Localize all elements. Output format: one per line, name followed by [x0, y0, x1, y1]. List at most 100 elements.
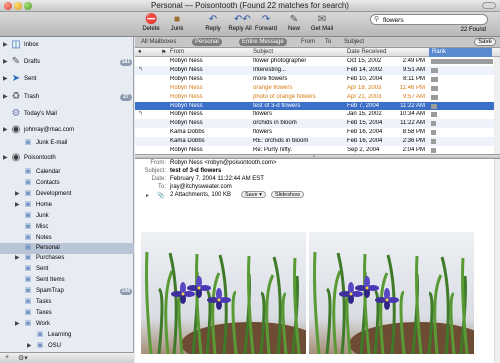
- rank-bar: [431, 76, 438, 82]
- rank-bar: [431, 94, 438, 100]
- message-row[interactable]: Robyn Ness flower photographer Oct 15, 200…: [135, 57, 500, 66]
- slideshow-button[interactable]: Slideshow: [271, 191, 305, 198]
- folder-icon: ▣: [24, 287, 32, 294]
- sidebar-item-purchases[interactable]: ▶ ▣ Purchases: [0, 253, 134, 264]
- sidebar-item-today-s-mail[interactable]: ⚙ Today's Mail: [0, 109, 134, 120]
- save-search-button[interactable]: Save: [474, 38, 496, 46]
- forward-button[interactable]: ↷ Forward: [251, 14, 281, 32]
- message-row[interactable]: Robyn Ness orchids in bloom Feb 15, 2004 11…: [135, 119, 500, 129]
- sidebar-item-sent[interactable]: ▣ Sent: [0, 264, 134, 275]
- sidebar-item-label: Calendar: [36, 169, 61, 175]
- sidebar-item-inbox[interactable]: ▶ ◫ Inbox: [0, 40, 134, 51]
- rank-bar: [431, 112, 437, 118]
- disclosure-triangle-icon[interactable]: ▶: [27, 342, 32, 349]
- message-time: 9:57 AM: [402, 93, 425, 100]
- disclosure-triangle-icon[interactable]: ▶: [3, 126, 8, 133]
- reply-button[interactable]: ↶ Reply: [198, 14, 228, 32]
- disclosure-triangle-icon[interactable]: ▶: [3, 154, 8, 161]
- sidebar-item-osu[interactable]: ▶ ▣ OSU: [0, 341, 134, 352]
- message-from: Robyn Ness: [170, 93, 203, 100]
- to-value[interactable]: jray@itchysweater.com: [170, 184, 232, 190]
- search-input[interactable]: [383, 16, 478, 24]
- disclosure-triangle-icon[interactable]: ▶: [3, 75, 8, 82]
- disclosure-triangle-icon[interactable]: ▶: [15, 320, 20, 327]
- sidebar-item-development[interactable]: ▶ ▣ Development: [0, 189, 134, 200]
- sidebar-item-misc[interactable]: ▣ Misc: [0, 222, 134, 233]
- action-menu-button[interactable]: ⚙▾: [18, 354, 28, 362]
- get-mail-button[interactable]: ✉ Get Mail: [307, 14, 337, 32]
- message-subject: flower photographer: [253, 58, 307, 64]
- message-row[interactable]: Robyn Ness test of 3-d flowers Feb 7, 2004…: [135, 101, 500, 111]
- sidebar-item-home[interactable]: ▶ ▣ Home: [0, 200, 134, 211]
- sidebar-item-taxes[interactable]: ▣ Taxes: [0, 308, 134, 319]
- message-time: 11:22 AM: [400, 102, 425, 109]
- column-subject[interactable]: Subject: [253, 49, 273, 55]
- sidebar-item-poisontooth[interactable]: ▶ ◉ Poisontooth: [0, 153, 134, 164]
- sidebar-item-sent-items[interactable]: ▣ Sent Items: [0, 275, 134, 286]
- disclosure-triangle-icon[interactable]: ▶: [15, 201, 20, 208]
- save-attachments-button[interactable]: Save ▾: [241, 191, 266, 198]
- message-time: 2:36 PM: [402, 138, 425, 145]
- sidebar-item-spamtrap[interactable]: ▣ SpamTrap 198: [0, 286, 134, 297]
- junk-button[interactable]: ■ Junk: [162, 14, 192, 32]
- column-rank[interactable]: Rank: [429, 48, 492, 57]
- sidebar-item-label: Sent: [24, 76, 37, 82]
- sidebar-item-junk[interactable]: ▣ Junk: [0, 211, 134, 222]
- toolbar-toggle-button[interactable]: [482, 2, 496, 9]
- message-row[interactable]: Kama Dobbs flowers Feb 16, 2004 8:58 PM: [135, 128, 500, 137]
- sidebar-item-tasks[interactable]: ▣ Tasks: [0, 297, 134, 308]
- search-field[interactable]: ⚲: [370, 14, 488, 25]
- from-value[interactable]: Robyn Ness <robyn@poisontooth.com>: [170, 160, 276, 166]
- sidebar-item-trash[interactable]: ▶ ♻ Trash 27: [0, 92, 134, 103]
- message-list-scrollbar[interactable]: [494, 57, 500, 154]
- paperclip-icon: 📎: [157, 193, 165, 199]
- attachments-disclosure-icon[interactable]: ▸: [146, 192, 149, 199]
- preview-scrollbar[interactable]: [494, 159, 500, 363]
- column-date-received[interactable]: Date Received: [347, 49, 386, 55]
- disclosure-triangle-icon[interactable]: ▶: [3, 58, 8, 65]
- message-time: 9:51 AM: [402, 66, 425, 73]
- sidebar-item-sent[interactable]: ▶ ➤ Sent: [0, 74, 134, 85]
- disclosure-triangle-icon[interactable]: ▶: [15, 254, 20, 261]
- attachment-photo-left[interactable]: [141, 232, 306, 354]
- sidebar-item-work[interactable]: ▶ ▣ Work: [0, 319, 134, 330]
- smart-mailbox-icon: ⚙: [11, 108, 21, 119]
- add-mailbox-button[interactable]: +: [5, 354, 9, 361]
- scope-subject[interactable]: Subject: [344, 39, 364, 45]
- scope-personal[interactable]: Personal: [192, 38, 222, 46]
- sidebar-item-contacts[interactable]: ▣ Contacts: [0, 178, 134, 189]
- sidebar-item-drafts[interactable]: ▶ ✎ Drafts 181: [0, 57, 134, 68]
- scope-to[interactable]: To: [325, 39, 331, 45]
- sidebar-item-calendar[interactable]: ▣ Calendar: [0, 167, 134, 178]
- reply-label: Reply: [205, 26, 221, 32]
- new-message-button[interactable]: ✎ New: [279, 14, 309, 32]
- message-row[interactable]: Robyn Ness more flowers Feb 10, 2004 8:11 P…: [135, 75, 500, 84]
- disclosure-triangle-icon[interactable]: ▶: [15, 190, 20, 197]
- message-row[interactable]: Robyn Ness photo of orange flowers Apr 21,…: [135, 93, 500, 102]
- flag-column-icon[interactable]: ⚑: [161, 49, 166, 56]
- sidebar-item-learning[interactable]: ▣ Learning: [0, 330, 134, 341]
- drafts-icon: ✎: [11, 56, 21, 67]
- folder-icon: ▣: [24, 212, 32, 219]
- message-row[interactable]: ↰ Robyn Ness Interesting... Feb 14, 2002 9:5…: [135, 65, 500, 75]
- scope-all-mailboxes[interactable]: All Mailboxes: [141, 39, 176, 45]
- message-row[interactable]: Robyn Ness orange flowers Apr 18, 2003 11:4…: [135, 84, 500, 93]
- disclosure-triangle-icon[interactable]: ▶: [3, 41, 8, 48]
- message-row[interactable]: Kama Dobbs RE: orchids in bloom Feb 16, 20…: [135, 137, 500, 146]
- sidebar-item-label: Poisontooth: [24, 155, 56, 161]
- sidebar-item-junk-e-mail[interactable]: ▣ Junk E-mail: [0, 138, 134, 149]
- message-from: Robyn Ness: [170, 58, 203, 64]
- message-time: 2:49 PM: [402, 58, 425, 64]
- scope-from[interactable]: From: [301, 39, 315, 45]
- disclosure-triangle-icon[interactable]: ▶: [3, 93, 8, 100]
- scope-entire-message[interactable]: Entire Message: [239, 38, 287, 46]
- attachment-photo-right[interactable]: [309, 232, 474, 354]
- status-column-icon[interactable]: ●: [138, 49, 142, 55]
- message-subject: test of 3-d flowers: [253, 102, 301, 109]
- sidebar-item-johnray-mac-com[interactable]: ▶ ◉ johnray@mac.com: [0, 125, 134, 136]
- message-from: Robyn Ness: [170, 111, 203, 118]
- sent-icon: ➤: [11, 73, 21, 84]
- attachments-summary: 2 Attachments, 100 KB: [170, 192, 232, 198]
- message-row[interactable]: ↰ Robyn Ness flowers Jan 15, 2002 10:34 AM: [135, 110, 500, 119]
- column-from[interactable]: From: [170, 49, 184, 55]
